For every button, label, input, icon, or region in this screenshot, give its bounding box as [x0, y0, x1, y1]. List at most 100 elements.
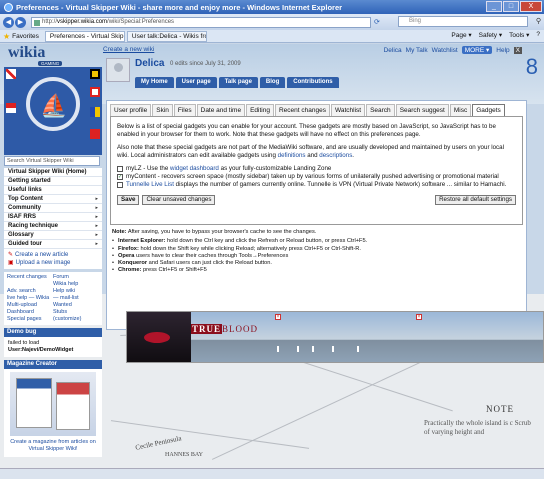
mylz-checkbox[interactable] — [117, 166, 123, 172]
user-link[interactable]: Delica — [384, 47, 402, 54]
tool-recent-changes[interactable]: Recent changes — [7, 274, 53, 281]
more-button[interactable]: MORE ▾ — [461, 46, 493, 54]
tab-user-profile[interactable]: User profile — [110, 104, 152, 116]
toolbox: Recent changes Forum Wikia help Adv. sea… — [4, 272, 102, 325]
gadget-option-mylz: myLZ - Use the widget dashboard as your … — [117, 165, 516, 173]
avatar[interactable] — [106, 58, 130, 82]
page-icon — [34, 19, 40, 26]
tab-contributions[interactable]: Contributions — [287, 77, 339, 88]
tool-wikia-help[interactable]: Wikia help — [53, 281, 99, 288]
close-icon[interactable]: × — [275, 314, 281, 320]
back-icon[interactable]: ◀ — [3, 16, 14, 28]
tab-watchlist[interactable]: Watchlist — [330, 104, 366, 116]
tool-multi-upload[interactable]: Multi-upload — [7, 302, 53, 309]
browser-search-input[interactable]: Bing — [398, 16, 528, 27]
tab-my-home[interactable]: My Home — [135, 77, 174, 88]
sidebar-item-label: ISAF RRS — [8, 214, 37, 220]
tab-search[interactable]: Search — [366, 104, 395, 116]
tool-wanted[interactable]: Wanted — [53, 302, 99, 309]
upload-image-label: Upload a new image — [15, 260, 71, 266]
widget-dashboard-link[interactable]: widget dashboard — [170, 165, 219, 173]
magazine-preview-image[interactable] — [10, 372, 96, 436]
gadgets-intro: Below is a list of special gadgets you c… — [117, 123, 496, 138]
search-icon[interactable]: ⚲ — [536, 17, 541, 25]
wikia-logo-text: wikia — [8, 44, 46, 61]
url-field[interactable]: http://vskipper.wikia.com/wiki/Special:P… — [31, 16, 371, 28]
sidebar-item-community[interactable]: Community ▸ — [4, 204, 102, 213]
url-prefix: http:// — [42, 18, 58, 25]
upload-image-link[interactable]: ▣ Upload a new image — [8, 259, 98, 267]
tools-menu[interactable]: Tools ▾ — [509, 31, 529, 39]
clear-unsaved-button[interactable]: Clear unsaved changes — [142, 195, 216, 205]
cache-note: Note: After saving, you have to bypass y… — [112, 229, 521, 275]
note-item-browser: Chrome: — [118, 267, 142, 274]
sidebar-item-isaf-rrs[interactable]: ISAF RRS ▸ — [4, 213, 102, 222]
safety-menu[interactable]: Safety ▾ — [479, 31, 503, 39]
note-item: Konqueror and Safari users can just clic… — [112, 260, 521, 268]
pencil-icon: ✎ — [8, 252, 14, 258]
refresh-icon[interactable]: ⟳ — [374, 18, 380, 26]
tool-live-help[interactable]: live help — Wikia — [7, 295, 53, 302]
tool-special-pages[interactable]: Special pages — [7, 316, 53, 323]
minimize-button[interactable]: _ — [486, 1, 502, 12]
close-window-button[interactable]: X — [520, 1, 542, 12]
help-menu[interactable]: ? — [536, 31, 540, 39]
tab-editing[interactable]: Editing — [246, 104, 274, 116]
tunnelle-checkbox[interactable] — [117, 182, 123, 188]
logout-button[interactable]: X — [513, 46, 522, 54]
image-icon: ▣ — [8, 260, 14, 266]
watchlist-link[interactable]: Watchlist — [432, 47, 458, 54]
browser-tab-user-talk[interactable]: User talk:Delica - Wikis from ... — [126, 30, 207, 42]
tab-files[interactable]: Files — [173, 104, 196, 116]
note-label: Note: — [112, 229, 127, 235]
definitions-link[interactable]: definitions — [278, 152, 306, 159]
sidebar-item-home[interactable]: Virtual Skipper Wiki (Home) — [4, 168, 102, 177]
tool-help-wiki[interactable]: Help wiki — [53, 288, 99, 295]
mycontent-checkbox[interactable]: ✓ — [117, 174, 123, 180]
descriptions-link[interactable]: descriptions — [319, 152, 352, 159]
save-button[interactable]: Save — [117, 195, 140, 205]
browser-tab-preferences[interactable]: Preferences - Virtual Skip... — [44, 30, 125, 42]
restore-defaults-button[interactable]: Restore all default settings — [435, 195, 516, 205]
tool-customize[interactable]: (customize) — [53, 316, 99, 323]
gadgets-and-text: and — [305, 152, 320, 159]
close-icon[interactable]: × — [416, 314, 422, 320]
forward-icon[interactable]: ▶ — [15, 16, 26, 28]
tab-user-page[interactable]: User page — [175, 77, 217, 88]
create-article-link[interactable]: ✎ Create a new article — [8, 251, 98, 259]
tool-mail-list[interactable]: — mail-list — [53, 295, 99, 302]
magazine-creator-link[interactable]: Create a magazine from articles on Virtu… — [4, 439, 102, 457]
wiki-search-input[interactable]: Search Virtual Skipper Wiki — [4, 156, 100, 166]
sidebar-item-getting-started[interactable]: Getting started — [4, 177, 102, 186]
help-link[interactable]: Help — [496, 47, 509, 54]
sidebar-item-useful-links[interactable]: Useful links — [4, 186, 102, 195]
tab-gadgets[interactable]: Gadgets — [472, 104, 505, 116]
tab-blog[interactable]: Blog — [259, 77, 286, 88]
tab-date-time[interactable]: Date and time — [196, 104, 246, 116]
advertisement-banner[interactable]: TRUEBLOOD × × — [126, 311, 544, 363]
note-item-text: press Ctrl+F5 or Shift+F5 — [141, 267, 207, 274]
tab-recent-changes[interactable]: Recent changes — [274, 104, 330, 116]
sidebar-item-glossary[interactable]: Glossary ▸ — [4, 231, 102, 240]
tool-adv-search[interactable]: Adv. search — [7, 288, 53, 295]
tab-talk-page[interactable]: Talk page — [218, 77, 258, 88]
tool-dashboard[interactable]: Dashboard — [7, 309, 53, 316]
sidebar-item-guided-tour[interactable]: Guided tour ▸ — [4, 240, 102, 249]
tool-forum[interactable]: Forum — [53, 274, 99, 281]
sidebar-item-top-content[interactable]: Top Content ▸ — [4, 195, 102, 204]
tab-skin[interactable]: Skin — [152, 104, 173, 116]
tab-search-suggest[interactable]: Search suggest — [395, 104, 449, 116]
signal-flag-icon — [90, 129, 100, 139]
page-menu[interactable]: Page ▾ — [451, 31, 471, 39]
sidebar-item-racing-technique[interactable]: Racing technique ▸ — [4, 222, 102, 231]
wikia-logo[interactable]: wikia GAMING — [8, 44, 88, 66]
tab-misc[interactable]: Misc — [449, 104, 472, 116]
my-talk-link[interactable]: My Talk — [406, 47, 428, 54]
favorites-button[interactable]: ★ Favorites — [3, 32, 39, 41]
tunnelle-live-list-link[interactable]: Tunnelle Live List — [126, 181, 174, 189]
sailboat-icon: ⛵ — [40, 93, 68, 118]
create-wiki-link[interactable]: Create a new wiki — [103, 46, 154, 53]
maximize-button[interactable]: □ — [503, 1, 519, 12]
wiki-emblem[interactable]: ⛵ — [4, 67, 102, 155]
tool-stubs[interactable]: Stubs — [53, 309, 99, 316]
